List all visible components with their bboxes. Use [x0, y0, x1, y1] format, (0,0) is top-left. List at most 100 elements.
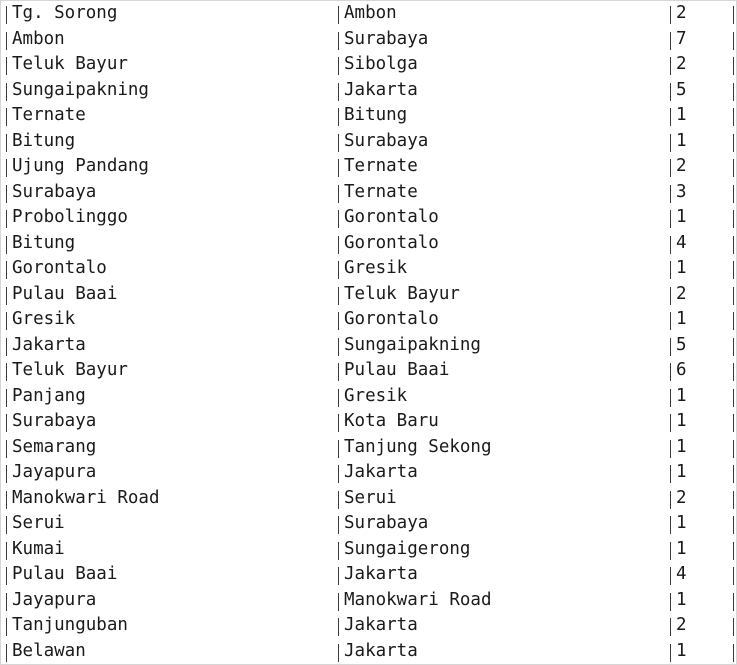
table-row: Pulau Baai Jakarta 4 [1, 562, 736, 588]
table-row: Ternate Bitung 1 [1, 103, 736, 129]
column-separator [338, 414, 339, 432]
table-row: Serui Surabaya 1 [1, 511, 736, 537]
column-separator [670, 31, 671, 50]
origin-cell: Kumai [12, 538, 65, 559]
column-separator [338, 363, 339, 381]
table-row: Bitung Surabaya 1 [1, 129, 736, 155]
destination-cell: Sibolga [344, 54, 418, 74]
count-cell: 4 [676, 564, 687, 584]
origin-cell: Surabaya [12, 411, 97, 431]
count-cell: 5 [676, 79, 687, 100]
column-separator [670, 643, 671, 662]
destination-cell: Teluk Bayur [344, 283, 460, 304]
destination-cell: Manokwari Road [344, 589, 492, 610]
column-separator [6, 643, 7, 662]
destination-cell: Pulau Baai [344, 360, 450, 380]
column-separator [670, 57, 671, 75]
row-end-separator [733, 6, 734, 24]
table-row: Teluk Bayur Sibolga 2 [1, 52, 736, 78]
origin-cell: Bitung [12, 232, 76, 253]
count-cell: 1 [676, 130, 687, 151]
column-separator [338, 337, 339, 356]
column-separator [338, 261, 339, 279]
count-cell: 4 [676, 232, 687, 253]
output-panel: Tg. Sorong Ambon 2 Ambon Surabaya 7 Teluk Bayu… [0, 0, 737, 665]
table-row: Bitung Gorontalo 4 [1, 231, 736, 257]
table-row: Tg. Sorong Ambon 2 [1, 1, 736, 27]
origin-cell: Jakarta [12, 334, 86, 355]
column-separator [6, 516, 7, 534]
table-row: Jayapura Jakarta 1 [1, 460, 736, 486]
column-separator [670, 363, 671, 381]
origin-cell: Sungaipakning [12, 79, 149, 100]
column-separator [670, 337, 671, 356]
origin-cell: Pulau Baai [12, 283, 118, 304]
destination-cell: Jakarta [344, 615, 418, 635]
column-separator [6, 363, 7, 381]
origin-cell: Probolinggo [12, 207, 128, 227]
origin-cell: Ternate [12, 105, 86, 125]
row-end-separator [733, 133, 734, 152]
column-separator [6, 159, 7, 177]
table-row: Probolinggo Gorontalo 1 [1, 205, 736, 231]
origin-cell: Ambon [12, 28, 65, 49]
row-end-separator [733, 643, 734, 662]
count-cell: 1 [676, 513, 687, 533]
column-separator [6, 210, 7, 228]
column-separator [338, 159, 339, 177]
row-end-separator [733, 82, 734, 101]
origin-cell: Manokwari Road [12, 487, 160, 508]
column-separator [670, 541, 671, 560]
table-row: Surabaya Kota Baru 1 [1, 409, 736, 435]
count-cell: 7 [676, 28, 687, 49]
table-output: Tg. Sorong Ambon 2 Ambon Surabaya 7 Teluk Bayu… [1, 1, 736, 664]
column-separator [670, 388, 671, 407]
column-separator [670, 159, 671, 177]
row-end-separator [733, 57, 734, 75]
table-row: Surabaya Ternate 3 [1, 180, 736, 206]
column-separator [338, 490, 339, 509]
count-cell: 1 [676, 105, 687, 125]
destination-cell: Surabaya [344, 513, 429, 533]
column-separator [338, 210, 339, 228]
column-separator [6, 618, 7, 636]
origin-cell: Serui [12, 513, 65, 533]
origin-cell: Panjang [12, 385, 86, 406]
count-cell: 1 [676, 385, 687, 406]
destination-cell: Jakarta [344, 79, 418, 100]
column-separator [670, 592, 671, 611]
row-end-separator [733, 618, 734, 636]
destination-cell: Jakarta [344, 640, 418, 661]
destination-cell: Gresik [344, 385, 408, 406]
column-separator [670, 490, 671, 509]
table-row: Jayapura Manokwari Road 1 [1, 588, 736, 614]
count-cell: 1 [676, 436, 687, 457]
origin-cell: Jayapura [12, 589, 97, 610]
column-separator [6, 57, 7, 75]
column-separator [338, 133, 339, 152]
row-end-separator [733, 261, 734, 279]
destination-cell: Jakarta [344, 564, 418, 584]
column-separator [6, 286, 7, 305]
count-cell: 2 [676, 54, 687, 74]
row-end-separator [733, 286, 734, 305]
count-cell: 5 [676, 334, 687, 355]
count-cell: 1 [676, 309, 687, 329]
destination-cell: Ternate [344, 156, 418, 176]
count-cell: 1 [676, 258, 687, 278]
table-row: Pulau Baai Teluk Bayur 2 [1, 282, 736, 308]
column-separator [670, 286, 671, 305]
column-separator [6, 108, 7, 126]
count-cell: 2 [676, 3, 687, 23]
table-row: Gresik Gorontalo 1 [1, 307, 736, 333]
destination-cell: Bitung [344, 105, 408, 125]
column-separator [6, 439, 7, 458]
destination-cell: Gorontalo [344, 207, 439, 227]
table-row: Kumai Sungaigerong 1 [1, 537, 736, 563]
column-separator [6, 82, 7, 101]
destination-cell: Kota Baru [344, 411, 439, 431]
column-separator [6, 261, 7, 279]
count-cell: 2 [676, 487, 687, 508]
count-cell: 1 [676, 207, 687, 227]
column-separator [6, 184, 7, 203]
